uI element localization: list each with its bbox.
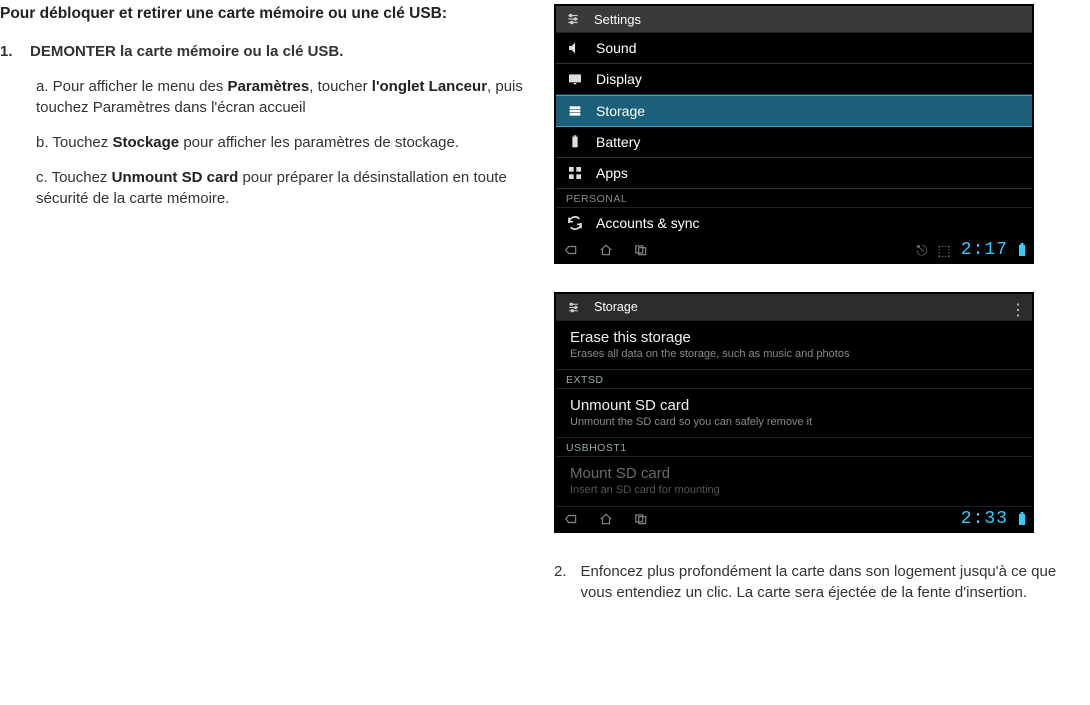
substep-c: c. Touchez Unmount SD card pour préparer…: [36, 167, 530, 209]
step-2: 2. Enfoncez plus profondément la carte d…: [554, 561, 1082, 605]
section-personal: PERSONAL: [556, 189, 1032, 208]
settings-header: Settings: [556, 6, 1032, 33]
sliders-icon: [564, 10, 582, 28]
step-1-text: DEMONTER la carte mémoire ou la clé USB.: [30, 43, 343, 60]
system-navbar-2: 2:33: [556, 507, 1032, 531]
clock: 2:17: [961, 240, 1008, 260]
usb-icon: ⎋: [916, 242, 927, 259]
settings-item-accounts[interactable]: Accounts & sync: [556, 208, 1032, 238]
settings-item-battery[interactable]: Battery: [556, 127, 1032, 158]
substep-b: b. Touchez Stockage pour afficher les pa…: [36, 132, 530, 153]
apps-icon: [566, 164, 584, 182]
screenshot-storage: Storage ⋮ Erase this storage Erases all …: [554, 292, 1034, 533]
sound-icon: [566, 39, 584, 57]
storage-unmount[interactable]: Unmount SD card Unmount the SD card so y…: [556, 389, 1032, 438]
settings-item-apps[interactable]: Apps: [556, 158, 1032, 189]
page-title: Pour débloquer et retirer une carte mémo…: [0, 4, 530, 25]
home-icon[interactable]: [598, 243, 614, 257]
battery-status-icon: [1018, 512, 1026, 526]
overflow-icon[interactable]: ⋮: [1010, 300, 1026, 320]
sliders-icon: [564, 298, 582, 316]
battery-icon: [566, 133, 584, 151]
sync-icon: [566, 214, 584, 232]
clock: 2:33: [961, 509, 1008, 529]
recent-icon[interactable]: [632, 512, 650, 526]
substep-a: a. Pour afficher le menu des Paramètres,…: [36, 76, 530, 118]
step-2-number: 2.: [554, 561, 567, 605]
back-icon[interactable]: [562, 512, 580, 526]
section-usbhost1: USBHOST1: [556, 438, 1032, 457]
step-2-text: Enfoncez plus profondément la carte dans…: [581, 561, 1082, 605]
recent-icon[interactable]: [632, 243, 650, 257]
system-navbar-1: ⎋ ⬚ 2:17: [556, 238, 1032, 262]
storage-title: Storage: [594, 300, 638, 314]
storage-icon: [566, 102, 584, 120]
settings-item-storage[interactable]: Storage: [556, 95, 1032, 127]
settings-item-display[interactable]: Display: [556, 64, 1032, 95]
settings-item-sound[interactable]: Sound: [556, 33, 1032, 64]
storage-mount: Mount SD card Insert an SD card for moun…: [556, 457, 1032, 506]
step-1: 1. DEMONTER la carte mémoire ou la clé U…: [0, 43, 530, 60]
settings-title: Settings: [594, 12, 641, 27]
screenshot-settings: Settings Sound Display Storage: [554, 4, 1034, 264]
section-extsd: EXTSD: [556, 370, 1032, 389]
storage-erase[interactable]: Erase this storage Erases all data on th…: [556, 321, 1032, 370]
display-icon: [566, 70, 584, 88]
back-icon[interactable]: [562, 243, 580, 257]
storage-header: Storage ⋮: [556, 294, 1032, 321]
adb-icon: ⬚: [938, 242, 951, 259]
battery-status-icon: [1018, 243, 1026, 257]
home-icon[interactable]: [598, 512, 614, 526]
step-1-number: 1.: [0, 43, 18, 60]
